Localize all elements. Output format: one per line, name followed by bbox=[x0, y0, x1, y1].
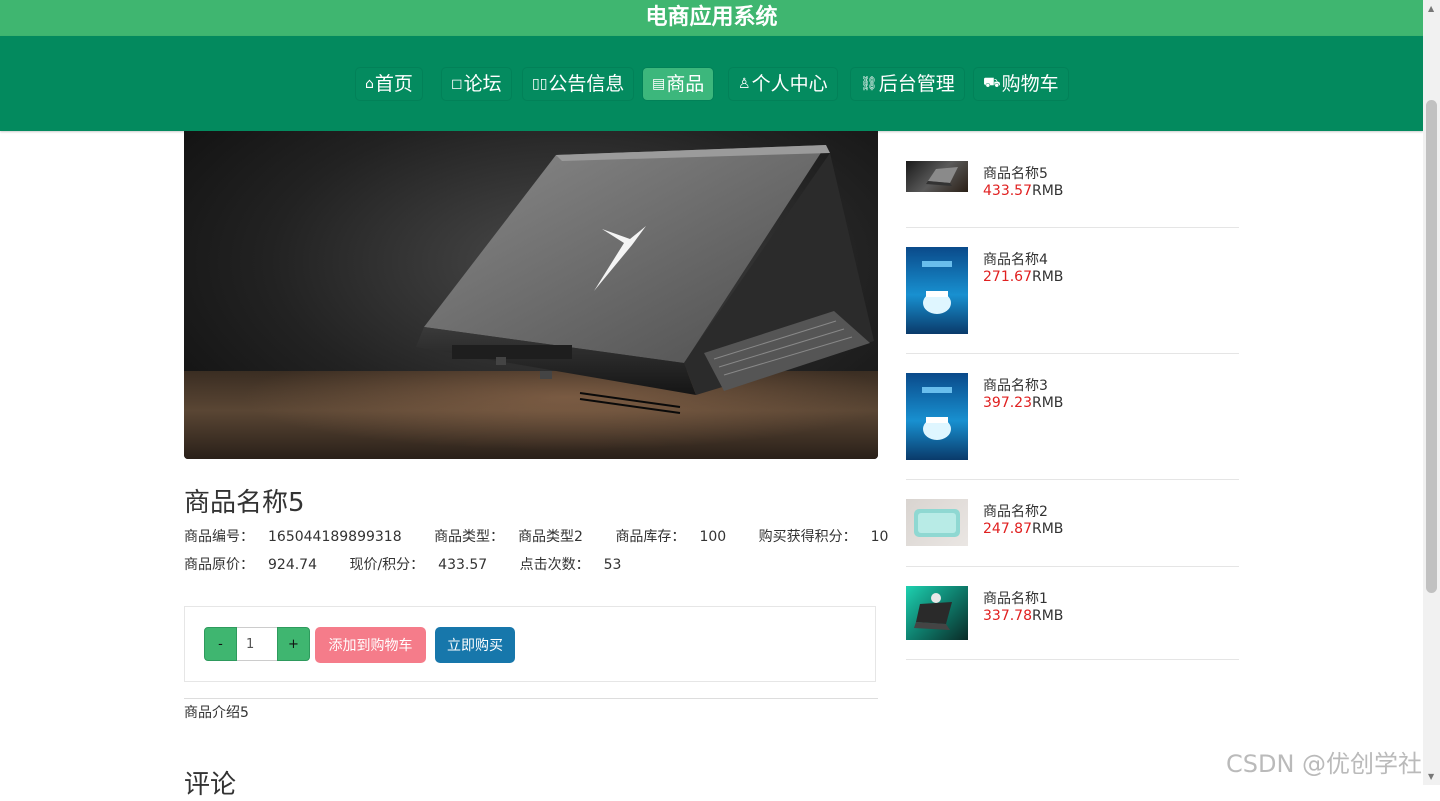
orig-price-value: 924.74 bbox=[268, 557, 317, 573]
user-icon: ♙ bbox=[738, 76, 751, 92]
forum-icon: ◻ bbox=[451, 76, 463, 92]
scroll-down-arrow-icon[interactable]: ▼ bbox=[1428, 772, 1434, 781]
nav-item-notice[interactable]: ▯▯ 公告信息 bbox=[523, 68, 634, 100]
sidebar-product-price: 337.78RMB bbox=[983, 608, 1063, 624]
section-divider bbox=[184, 698, 878, 699]
product-intro: 商品介绍5 bbox=[184, 705, 249, 721]
product-icon: ▤ bbox=[652, 76, 666, 92]
product-meta-line-1: 商品编号： 165044189899318 商品类型： 商品类型2 商品库存： 100… bbox=[184, 526, 916, 546]
product-thumbnail bbox=[906, 586, 968, 640]
product-stock-value: 100 bbox=[699, 529, 727, 545]
nav-item-forum[interactable]: ◻ 论坛 bbox=[442, 68, 511, 100]
sidebar-product-1[interactable]: 商品名称1 337.78RMB bbox=[906, 586, 1239, 640]
product-code-value: 165044189899318 bbox=[268, 529, 402, 545]
scroll-up-arrow-icon[interactable]: ▲ bbox=[1428, 4, 1434, 13]
product-meta-line-2: 商品原价： 924.74 现价/积分： 433.57 点击次数： 53 bbox=[184, 554, 649, 574]
sidebar-divider bbox=[906, 479, 1239, 480]
product-type-label: 商品类型： bbox=[434, 529, 505, 545]
product-main-image bbox=[184, 131, 878, 459]
scrollbar-thumb[interactable] bbox=[1426, 100, 1437, 593]
sidebar-product-name: 商品名称2 bbox=[983, 504, 1048, 520]
product-code: 商品编号： 165044189899318 bbox=[184, 529, 416, 545]
quantity-input[interactable] bbox=[237, 627, 277, 661]
sidebar-product-name: 商品名称1 bbox=[983, 591, 1048, 607]
cur-price-value: 433.57 bbox=[438, 557, 488, 573]
nav-label-product: 商品 bbox=[666, 73, 705, 95]
home-icon: ⌂ bbox=[365, 76, 374, 92]
product-code-label: 商品编号： bbox=[184, 529, 254, 545]
price-currency: RMB bbox=[1032, 521, 1064, 537]
product-orig-price: 商品原价： 924.74 bbox=[184, 557, 331, 573]
review-title: 评论 bbox=[184, 770, 237, 800]
clicks-value: 53 bbox=[603, 557, 622, 573]
nav-item-product[interactable]: ▤ 商品 bbox=[643, 68, 714, 100]
nav-label-home: 首页 bbox=[374, 73, 413, 95]
sidebar-divider bbox=[906, 353, 1239, 354]
product-title: 商品名称5 bbox=[184, 488, 305, 518]
product-points-value: 10 bbox=[870, 529, 889, 545]
sidebar-divider bbox=[906, 659, 1239, 660]
sidebar-divider bbox=[906, 566, 1239, 567]
nav-label-forum: 论坛 bbox=[463, 73, 502, 95]
laptop-illustration bbox=[416, 145, 874, 414]
sidebar-divider bbox=[906, 227, 1239, 228]
price-value: 397.23 bbox=[983, 395, 1032, 411]
sidebar-product-3[interactable]: 商品名称3 397.23RMB bbox=[906, 373, 1239, 460]
product-stock-label: 商品库存： bbox=[615, 529, 686, 545]
price-value: 433.57 bbox=[983, 183, 1032, 199]
app-title: 电商应用系统 bbox=[645, 5, 778, 30]
product-thumbnail bbox=[906, 247, 968, 334]
price-value: 337.78 bbox=[983, 608, 1032, 624]
product-points: 购买获得积分： 10 bbox=[759, 529, 903, 545]
sidebar-product-name: 商品名称5 bbox=[983, 166, 1048, 182]
link-icon: ⛓ bbox=[860, 76, 878, 92]
price-currency: RMB bbox=[1032, 608, 1064, 624]
sidebar-product-5[interactable]: 商品名称5 433.57RMB bbox=[906, 161, 1239, 201]
nav-item-profile[interactable]: ♙ 个人中心 bbox=[729, 68, 837, 100]
clicks-label: 点击次数： bbox=[519, 557, 590, 573]
app-title-bar: 电商应用系统 bbox=[0, 0, 1423, 36]
nav-label-admin: 后台管理 bbox=[878, 73, 955, 95]
buy-now-button[interactable]: 立即购买 bbox=[435, 627, 515, 663]
sidebar-product-4[interactable]: 商品名称4 271.67RMB bbox=[906, 247, 1239, 334]
sidebar-product-price: 247.87RMB bbox=[983, 521, 1063, 537]
nav-label-profile: 个人中心 bbox=[751, 73, 828, 95]
sidebar-product-price: 397.23RMB bbox=[983, 395, 1063, 411]
cur-price-label: 现价/积分： bbox=[349, 557, 425, 573]
notice-icon: ▯▯ bbox=[532, 76, 548, 92]
sidebar-product-2[interactable]: 商品名称2 247.87RMB bbox=[906, 499, 1239, 546]
product-cur-price: 现价/积分： 433.57 bbox=[349, 557, 501, 573]
orig-price-label: 商品原价： bbox=[184, 557, 254, 573]
product-stock: 商品库存： 100 bbox=[615, 529, 740, 545]
sidebar-product-price: 433.57RMB bbox=[983, 183, 1063, 199]
product-clicks: 点击次数： 53 bbox=[520, 557, 636, 573]
price-value: 247.87 bbox=[983, 521, 1032, 537]
add-to-cart-button[interactable]: 添加到购物车 bbox=[315, 627, 426, 663]
product-type-value: 商品类型2 bbox=[518, 529, 583, 545]
price-value: 271.67 bbox=[983, 269, 1032, 285]
quantity-increase-button[interactable]: + bbox=[277, 627, 310, 661]
nav-item-cart[interactable]: ⛟ 购物车 bbox=[974, 68, 1068, 100]
product-points-label: 购买获得积分： bbox=[758, 529, 857, 545]
quantity-decrease-button[interactable]: - bbox=[204, 627, 237, 661]
watermark: CSDN @优创学社 bbox=[1226, 750, 1423, 778]
main-nav: ⌂ 首页 ◻ 论坛 ▯▯ 公告信息 ▤ 商品 ♙ 个人中心 ⛓ 后台管理 ⛟ 购… bbox=[0, 36, 1423, 131]
nav-label-notice: 公告信息 bbox=[548, 73, 625, 95]
cart-icon: ⛟ bbox=[983, 75, 1001, 91]
nav-item-admin[interactable]: ⛓ 后台管理 bbox=[851, 68, 964, 100]
sidebar-product-price: 271.67RMB bbox=[983, 269, 1063, 285]
price-currency: RMB bbox=[1032, 395, 1064, 411]
product-thumbnail bbox=[906, 499, 968, 546]
product-type: 商品类型： 商品类型2 bbox=[434, 529, 597, 545]
product-thumbnail bbox=[906, 161, 968, 192]
nav-label-cart: 购物车 bbox=[1001, 73, 1059, 95]
nav-item-home[interactable]: ⌂ 首页 bbox=[356, 68, 422, 100]
price-currency: RMB bbox=[1032, 183, 1064, 199]
sidebar-product-name: 商品名称3 bbox=[983, 378, 1048, 394]
product-thumbnail bbox=[906, 373, 968, 460]
sidebar-product-name: 商品名称4 bbox=[983, 252, 1048, 268]
price-currency: RMB bbox=[1032, 269, 1064, 285]
